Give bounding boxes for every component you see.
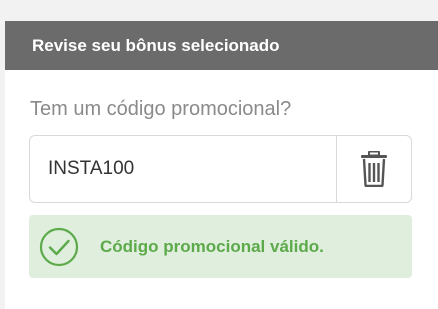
trash-icon (361, 151, 387, 187)
check-circle-icon (39, 227, 79, 267)
promo-code-row (29, 135, 412, 203)
panel-title: Revise seu bônus selecionado (5, 21, 438, 70)
remove-promo-button[interactable] (336, 135, 412, 203)
promo-status-message: Código promocional válido. (100, 236, 324, 256)
promo-status-banner: Código promocional válido. (29, 215, 412, 278)
promo-code-input[interactable] (29, 135, 336, 203)
promo-code-label: Tem um código promocional? (30, 98, 292, 120)
bonus-review-panel: Revise seu bônus selecionado Tem um códi… (5, 21, 438, 309)
